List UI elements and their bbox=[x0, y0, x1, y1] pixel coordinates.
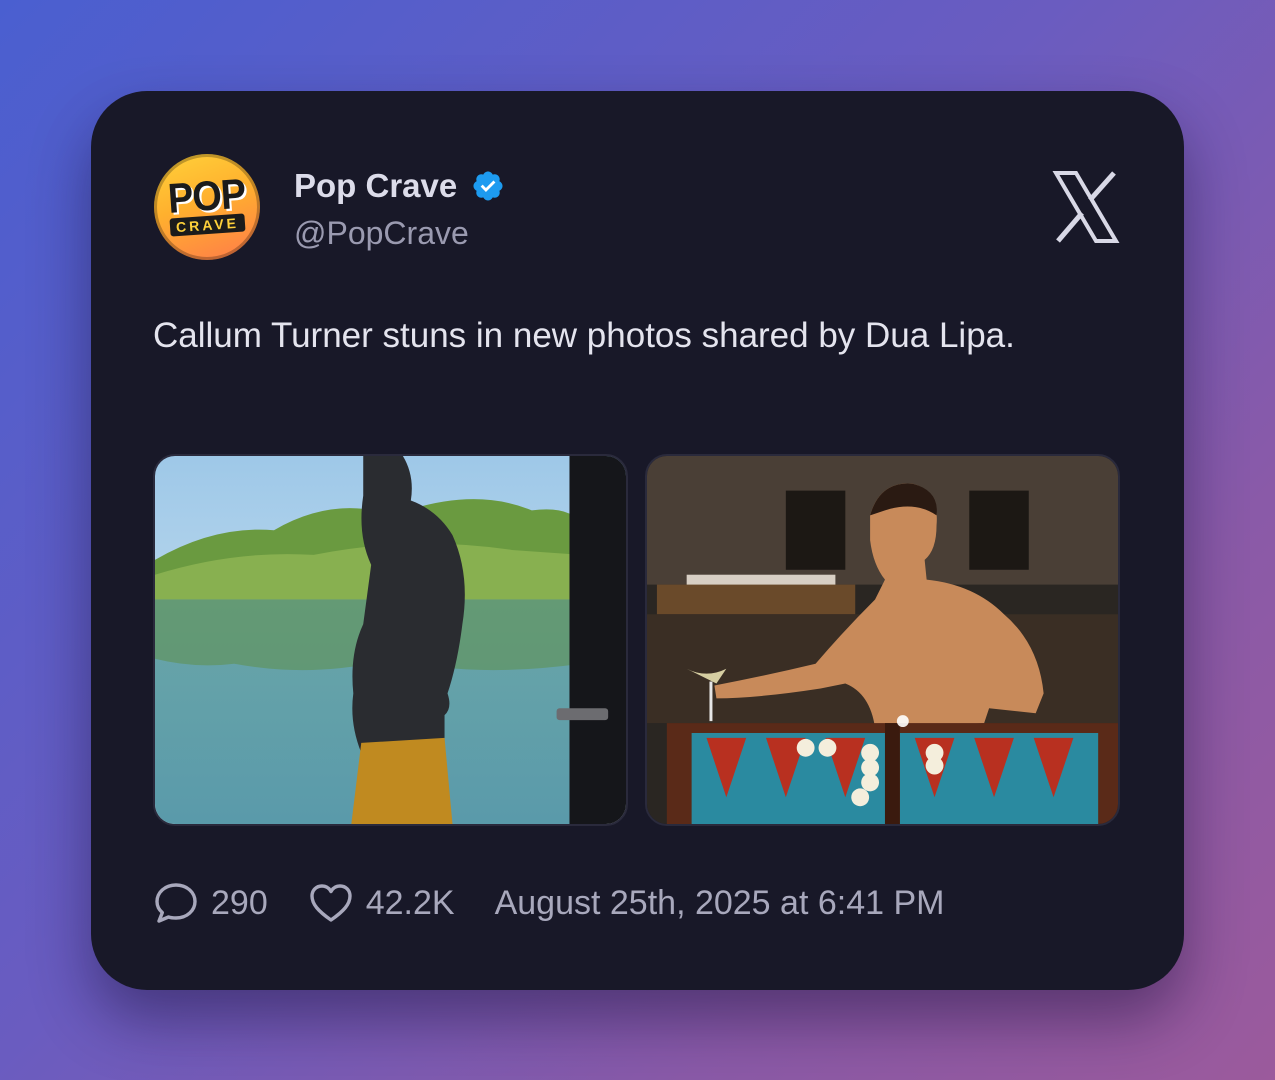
avatar-logo-bottom: CRAVE bbox=[168, 213, 246, 237]
avatar[interactable]: POP CRAVE bbox=[154, 154, 260, 260]
reply-action[interactable]: 290 bbox=[153, 880, 268, 926]
tweet-card: POP CRAVE Pop Crave @PopCrave Callum Tur… bbox=[91, 91, 1184, 990]
timestamp[interactable]: August 25th, 2025 at 6:41 PM bbox=[495, 884, 945, 923]
display-name[interactable]: Pop Crave bbox=[294, 167, 457, 205]
tweet-text: Callum Turner stuns in new photos shared… bbox=[153, 316, 1015, 355]
avatar-logo-top: POP bbox=[166, 171, 248, 223]
like-count: 42.2K bbox=[365, 883, 455, 922]
media-photo-2[interactable] bbox=[645, 454, 1120, 826]
media-photo-1[interactable] bbox=[153, 454, 628, 826]
verified-badge-icon bbox=[473, 171, 503, 201]
photo-lake-shirtless-man bbox=[155, 456, 626, 824]
photo-backgammon-shirtless-man bbox=[647, 456, 1118, 824]
x-logo-icon[interactable] bbox=[1052, 171, 1120, 243]
reply-count: 290 bbox=[211, 883, 268, 922]
author-handle[interactable]: @PopCrave bbox=[294, 215, 469, 252]
heart-icon bbox=[310, 884, 352, 922]
like-action[interactable]: 42.2K bbox=[308, 880, 455, 926]
author-name-row: Pop Crave bbox=[294, 167, 505, 205]
tweet-footer: 290 42.2K August 25th, 2025 at 6:41 PM bbox=[153, 880, 944, 926]
speech-bubble-icon bbox=[155, 883, 197, 923]
